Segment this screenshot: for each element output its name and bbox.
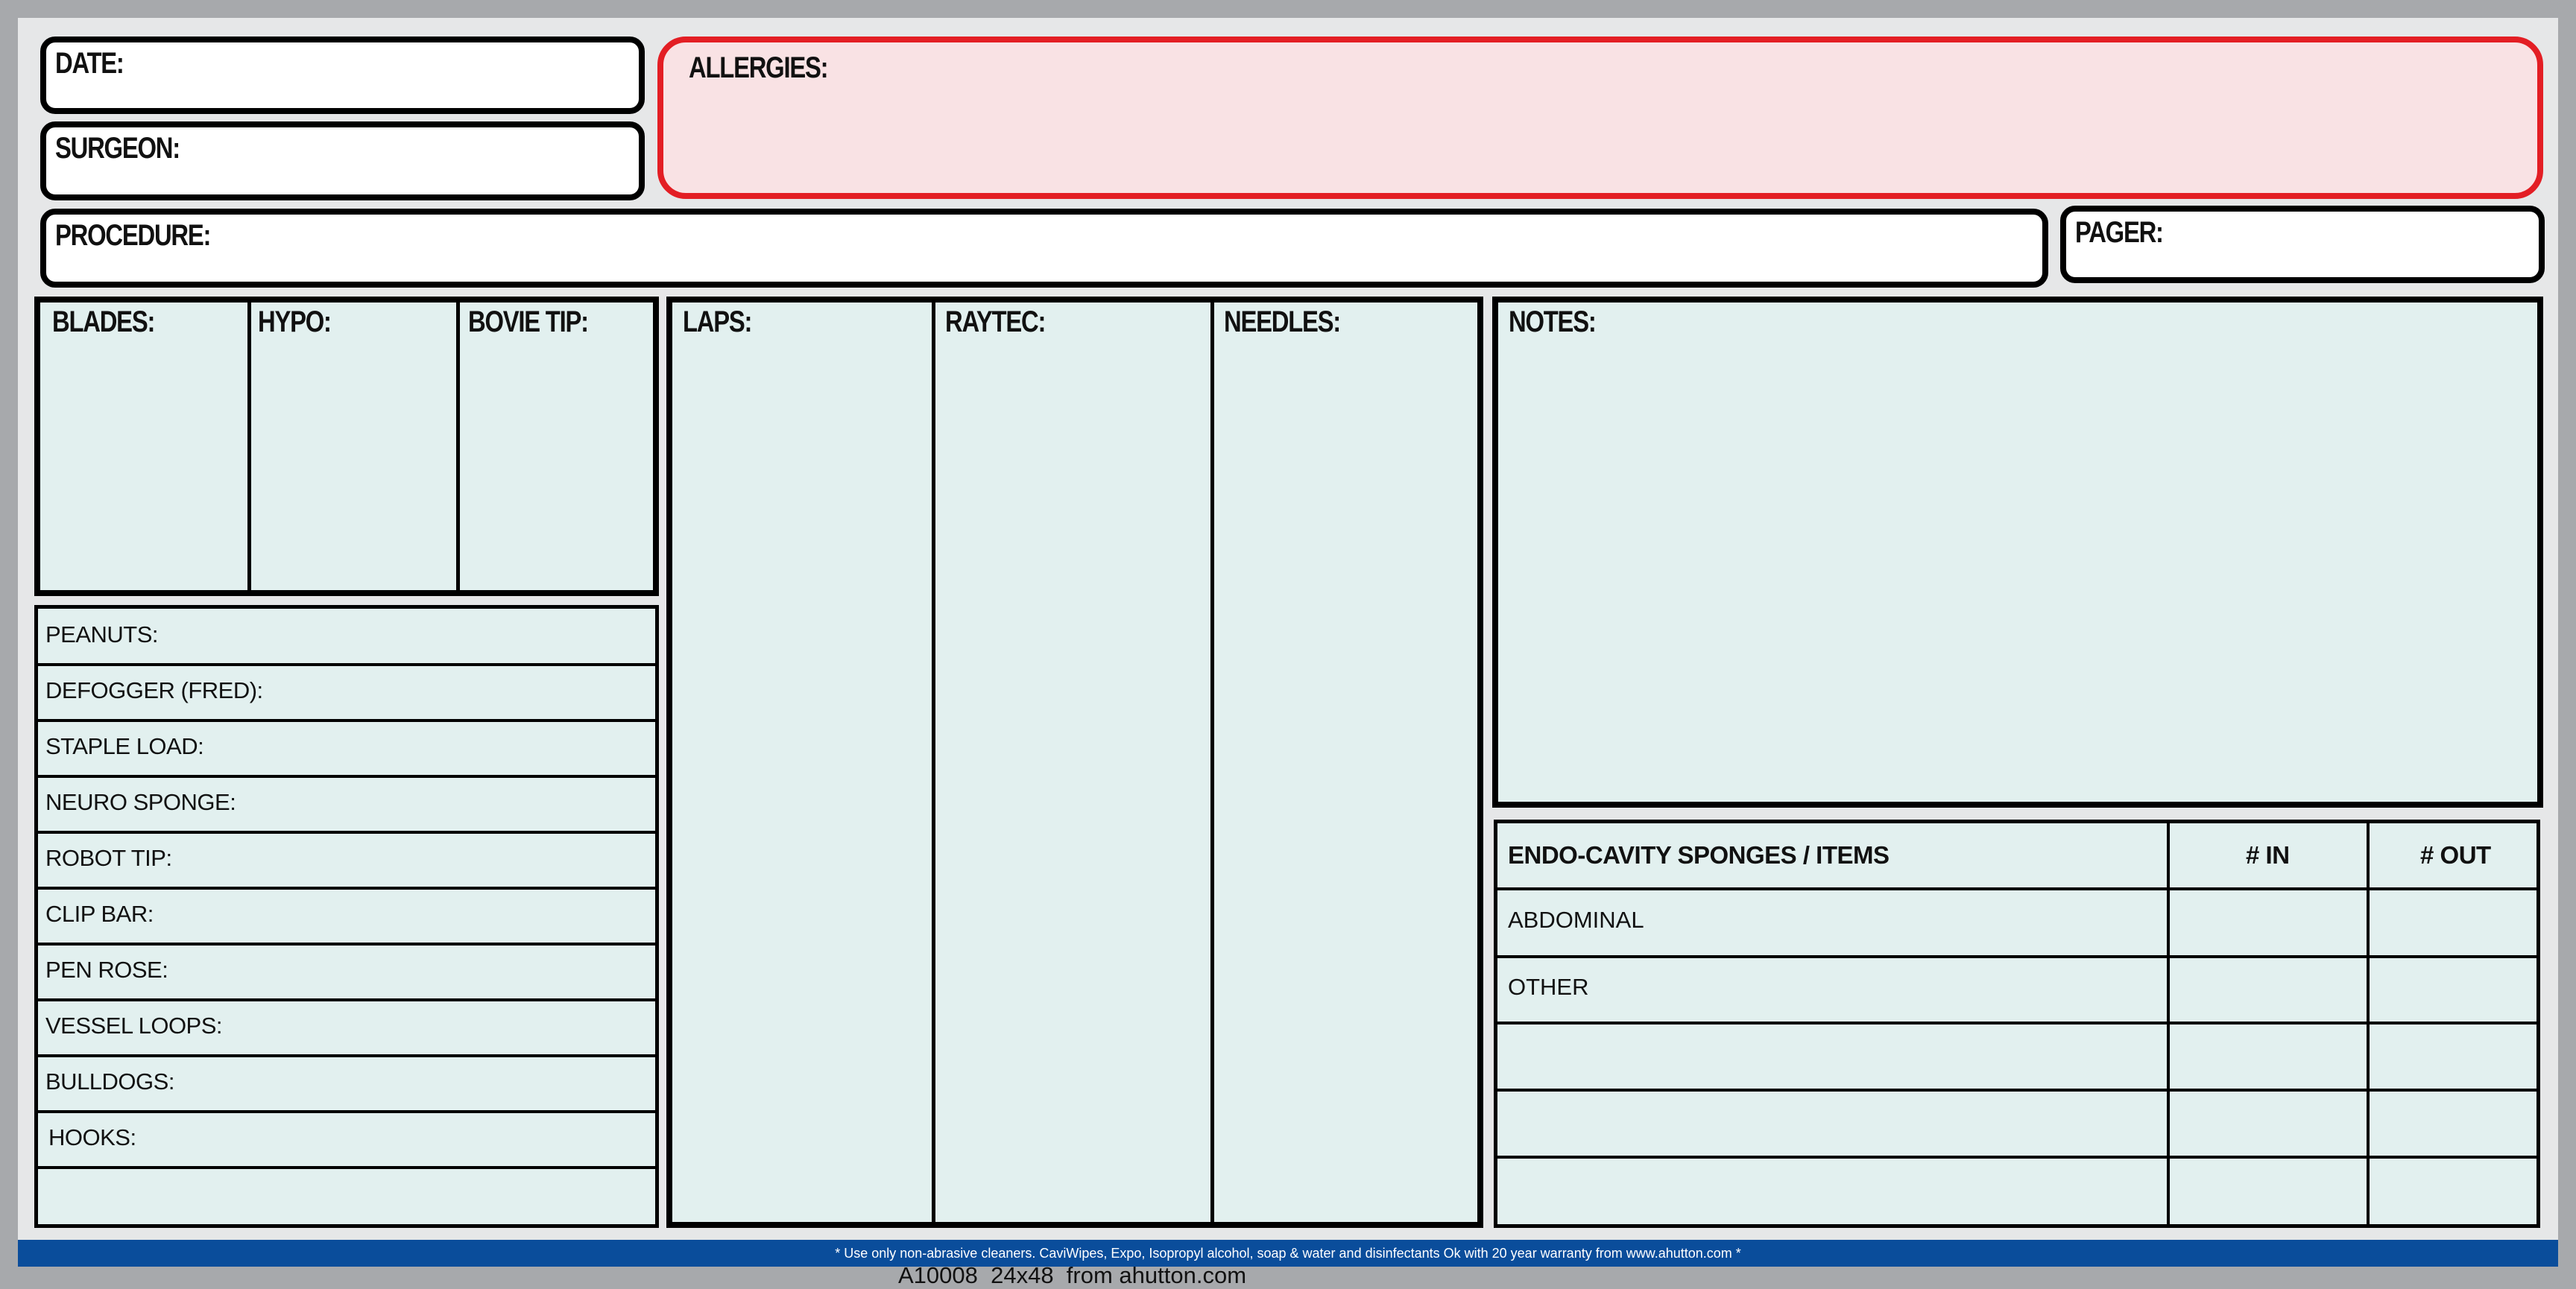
raytec-label: RAYTEC: <box>945 305 1046 338</box>
surgeon-label: SURGEON: <box>55 132 180 165</box>
item-row-label: NEURO SPONGE: <box>45 789 236 815</box>
row-divider <box>1497 1089 2536 1092</box>
notes-panel[interactable]: NOTES: <box>1492 297 2543 808</box>
row-divider <box>38 831 655 834</box>
row-divider <box>38 1110 655 1113</box>
item-row-label: DEFOGGER (FRED): <box>45 677 263 703</box>
item-list-panel: PEANUTS: DEFOGGER (FRED): STAPLE LOAD: N… <box>34 605 659 1228</box>
blades-label: BLADES: <box>52 305 155 338</box>
endo-row-label: ABDOMINAL <box>1508 907 1644 933</box>
date-field[interactable]: DATE: <box>40 37 645 114</box>
item-row-label: CLIP BAR: <box>45 901 154 927</box>
item-row-label: PEN ROSE: <box>45 957 168 983</box>
endo-cavity-table: ENDO-CAVITY SPONGES / ITEMS # IN # OUT A… <box>1494 820 2540 1228</box>
row-divider <box>38 775 655 778</box>
blades-hypo-bovie-panel: BLADES: HYPO: BOVIE TIP: <box>34 297 659 596</box>
surgeon-field[interactable]: SURGEON: <box>40 121 645 200</box>
item-row-label: PEANUTS: <box>45 621 159 647</box>
endo-header-in: # IN <box>2246 841 2290 869</box>
bovie-tip-label: BOVIE TIP: <box>468 305 589 338</box>
row-divider <box>1497 887 2536 890</box>
endo-row-label: OTHER <box>1508 974 1589 1000</box>
row-divider <box>38 887 655 890</box>
row-divider <box>38 663 655 666</box>
row-divider <box>38 998 655 1001</box>
endo-header-out: # OUT <box>2420 841 2491 869</box>
item-row-label: STAPLE LOAD: <box>45 733 204 759</box>
notes-label: NOTES: <box>1509 305 1597 338</box>
item-row-label: BULLDOGS: <box>45 1068 174 1095</box>
product-sku-label: A10008 24x48 from ahutton.com <box>898 1262 1247 1288</box>
row-divider <box>38 943 655 946</box>
row-divider <box>1497 955 2536 958</box>
procedure-field[interactable]: PROCEDURE: <box>40 209 2048 288</box>
divider <box>1210 303 1214 1222</box>
divider <box>247 303 251 590</box>
row-divider <box>38 719 655 722</box>
row-divider <box>1497 1156 2536 1159</box>
allergies-field[interactable]: ALLERGIES: <box>657 37 2543 199</box>
allergies-label: ALLERGIES: <box>689 51 829 84</box>
divider <box>932 303 935 1222</box>
row-divider <box>38 1054 655 1057</box>
item-row-label: ROBOT TIP: <box>45 845 172 871</box>
pager-field[interactable]: PAGER: <box>2060 206 2545 283</box>
item-row-label: VESSEL LOOPS: <box>45 1013 223 1039</box>
row-divider <box>38 1166 655 1169</box>
divider <box>456 303 460 590</box>
date-label: DATE: <box>55 47 124 80</box>
procedure-label: PROCEDURE: <box>55 219 211 252</box>
row-divider <box>1497 1022 2536 1024</box>
endo-header-items: ENDO-CAVITY SPONGES / ITEMS <box>1508 841 1890 869</box>
laps-raytec-needles-panel: LAPS: RAYTEC: NEEDLES: <box>666 297 1483 1228</box>
laps-label: LAPS: <box>683 305 752 338</box>
hypo-label: HYPO: <box>258 305 332 338</box>
pager-label: PAGER: <box>2075 216 2164 249</box>
needles-label: NEEDLES: <box>1224 305 1341 338</box>
item-row-label: HOOKS: <box>48 1124 136 1150</box>
footer-care-notice: * Use only non-abrasive cleaners. CaviWi… <box>18 1240 2558 1267</box>
